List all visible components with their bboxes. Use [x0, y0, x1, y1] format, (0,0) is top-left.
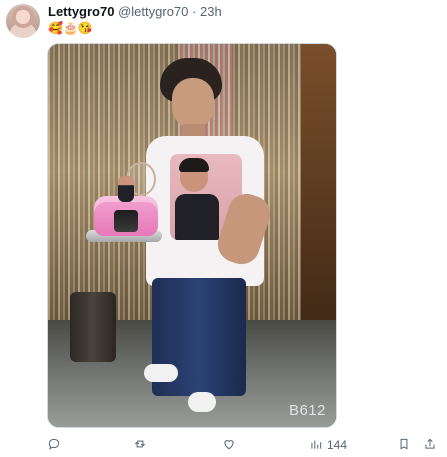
timestamp[interactable]: 23h	[200, 4, 222, 19]
photo-print-man-body	[175, 194, 219, 240]
display-name[interactable]: Lettygro70	[48, 4, 114, 19]
views-icon	[309, 437, 323, 454]
photo-print-man-hair	[179, 158, 209, 172]
comment-icon	[47, 437, 61, 454]
retweet-button[interactable]	[133, 436, 147, 454]
share-icon	[423, 437, 437, 454]
photo-shoe-right	[188, 392, 216, 412]
photo-shoe-left	[144, 364, 178, 382]
tweet-photo[interactable]: B612	[47, 43, 337, 428]
separator-dot: ·	[192, 4, 197, 19]
tweet-header: Lettygro70 @lettygro70 · 23h	[48, 4, 222, 20]
share-button[interactable]	[423, 436, 437, 454]
views-button[interactable]: 144	[309, 436, 347, 454]
retweet-icon	[133, 437, 147, 454]
like-button[interactable]	[222, 436, 236, 454]
views-count: 144	[327, 438, 348, 452]
avatar[interactable]	[6, 4, 40, 38]
bookmark-button[interactable]	[397, 436, 411, 454]
photo-cake-picture	[114, 210, 138, 232]
photo-cake-figure	[118, 176, 134, 202]
reply-button[interactable]	[47, 436, 61, 454]
photo-watermark: B612	[288, 402, 326, 419]
heart-icon	[222, 437, 236, 454]
photo-woman-face	[172, 78, 214, 128]
photo-stump	[70, 292, 116, 362]
bookmark-icon	[397, 437, 411, 454]
user-handle[interactable]: @lettygro70	[118, 4, 188, 19]
tweet-actions: 144	[47, 436, 441, 454]
tweet-text: 🥰🎂😘	[48, 21, 93, 35]
